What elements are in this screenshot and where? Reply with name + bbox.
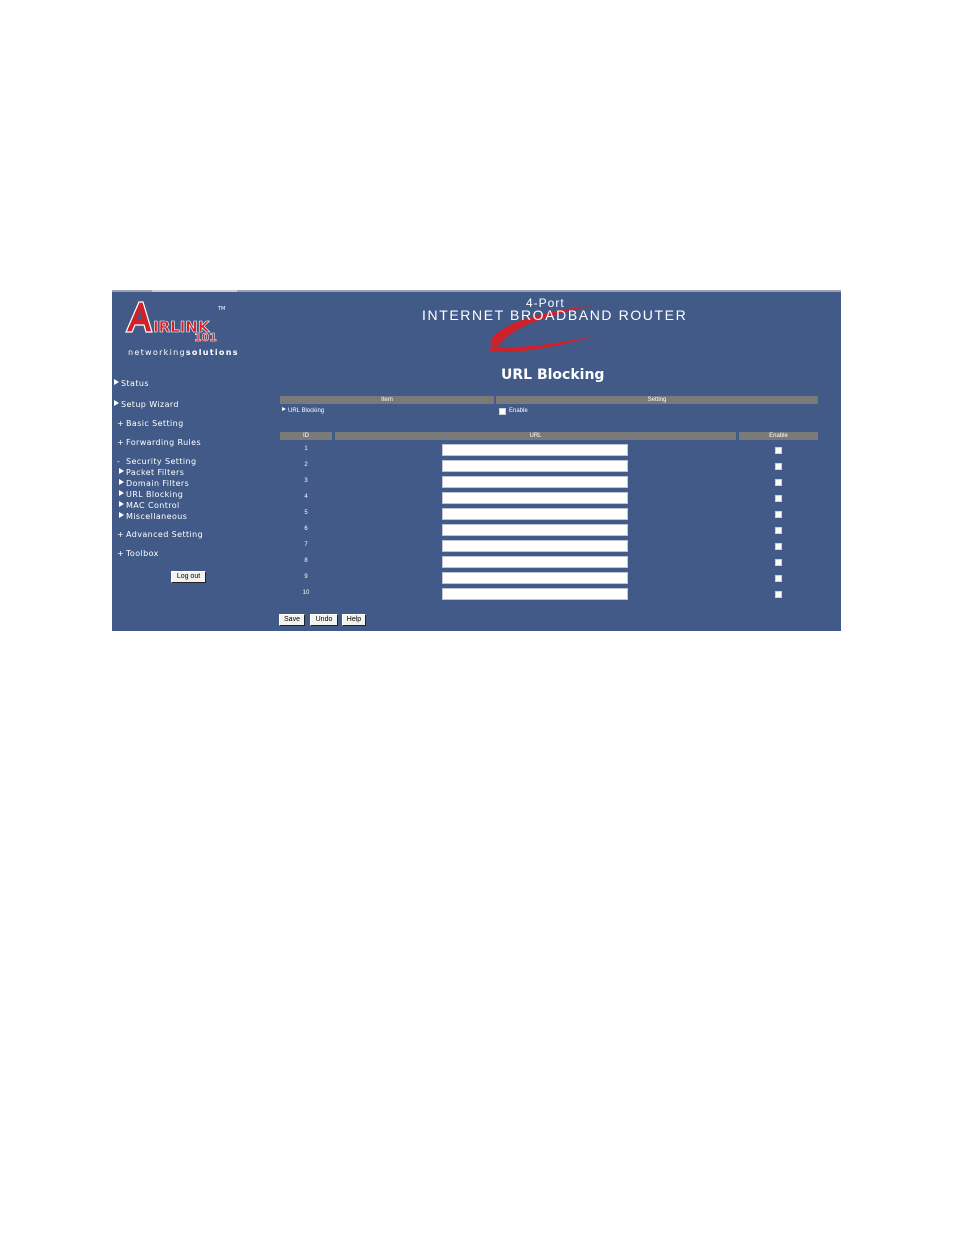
url-input-3[interactable] bbox=[442, 476, 628, 488]
expand-icon: + bbox=[117, 549, 125, 558]
svg-text:TM: TM bbox=[217, 306, 225, 312]
column-header-setting: Setting bbox=[496, 396, 818, 404]
sidebar-item-status[interactable]: Status bbox=[114, 379, 149, 388]
sidebar-item-setup-wizard[interactable]: Setup Wizard bbox=[114, 400, 179, 409]
arrow-right-icon bbox=[282, 407, 286, 411]
sidebar-item-security-setting[interactable]: - Security Setting bbox=[114, 457, 196, 466]
enable-label: Enable bbox=[509, 408, 528, 414]
router-admin-window: IRLINK TM 101 networkingsolutions 4-Port… bbox=[112, 290, 841, 631]
expand-icon: + bbox=[117, 530, 125, 539]
sidebar-item-basic-setting[interactable]: + Basic Setting bbox=[114, 419, 184, 428]
help-button[interactable]: Help bbox=[342, 614, 366, 626]
undo-button[interactable]: Undo bbox=[310, 614, 338, 626]
url-blocking-enable-checkbox[interactable] bbox=[499, 408, 506, 415]
sidebar-item-advanced-setting[interactable]: + Advanced Setting bbox=[114, 530, 203, 539]
url-input-1[interactable] bbox=[442, 444, 628, 456]
url-enable-checkbox-10[interactable] bbox=[775, 591, 782, 598]
column-header-item: Item bbox=[280, 396, 494, 404]
expand-icon: + bbox=[117, 419, 125, 428]
column-header-enable: Enable bbox=[739, 432, 818, 440]
arrow-right-icon bbox=[119, 490, 124, 496]
url-input-10[interactable] bbox=[442, 588, 628, 600]
sidebar-item-forwarding-rules[interactable]: + Forwarding Rules bbox=[114, 438, 201, 447]
top-border bbox=[112, 290, 841, 292]
column-header-id: ID bbox=[280, 432, 332, 440]
url-input-4[interactable] bbox=[442, 492, 628, 504]
airlink-logo: IRLINK TM 101 networkingsolutions bbox=[122, 296, 237, 357]
arrow-right-icon bbox=[119, 479, 124, 485]
url-enable-checkbox-2[interactable] bbox=[775, 463, 782, 470]
arrow-right-icon bbox=[114, 379, 119, 385]
save-button[interactable]: Save bbox=[279, 614, 305, 626]
row-id: 9 bbox=[304, 574, 308, 580]
url-input-9[interactable] bbox=[442, 572, 628, 584]
row-id: 8 bbox=[304, 558, 308, 564]
url-enable-checkbox-1[interactable] bbox=[775, 447, 782, 454]
sidebar-subitem-miscellaneous[interactable]: Miscellaneous bbox=[119, 512, 187, 521]
url-input-2[interactable] bbox=[442, 460, 628, 472]
sidebar-item-toolbox[interactable]: + Toolbox bbox=[114, 549, 159, 558]
logo-tagline: networkingsolutions bbox=[128, 348, 239, 357]
row-id: 1 bbox=[304, 446, 308, 452]
collapse-icon: - bbox=[117, 457, 121, 466]
row-id: 6 bbox=[304, 526, 308, 532]
url-input-7[interactable] bbox=[442, 540, 628, 552]
row-id: 4 bbox=[304, 494, 308, 500]
row-id: 5 bbox=[304, 510, 308, 516]
sidebar-subitem-packet-filters[interactable]: Packet Filters bbox=[119, 468, 184, 477]
url-enable-checkbox-8[interactable] bbox=[775, 559, 782, 566]
setting-row-label: URL Blocking bbox=[282, 407, 324, 414]
row-id: 10 bbox=[302, 590, 310, 596]
url-input-6[interactable] bbox=[442, 524, 628, 536]
url-input-8[interactable] bbox=[442, 556, 628, 568]
banner-title: INTERNET BROADBAND ROUTER bbox=[422, 307, 688, 323]
arrow-right-icon bbox=[119, 468, 124, 474]
row-id: 7 bbox=[304, 542, 308, 548]
expand-icon: + bbox=[117, 438, 125, 447]
row-id: 2 bbox=[304, 462, 308, 468]
arrow-right-icon bbox=[114, 400, 119, 406]
url-input-5[interactable] bbox=[442, 508, 628, 520]
url-enable-checkbox-5[interactable] bbox=[775, 511, 782, 518]
url-enable-checkbox-9[interactable] bbox=[775, 575, 782, 582]
page-title: URL Blocking bbox=[501, 367, 605, 383]
sidebar-subitem-url-blocking[interactable]: URL Blocking bbox=[119, 490, 183, 499]
url-enable-checkbox-4[interactable] bbox=[775, 495, 782, 502]
logo-number: 101 bbox=[194, 331, 217, 344]
url-enable-checkbox-7[interactable] bbox=[775, 543, 782, 550]
row-id: 3 bbox=[304, 478, 308, 484]
sidebar-subitem-mac-control[interactable]: MAC Control bbox=[119, 501, 180, 510]
column-header-url: URL bbox=[335, 432, 736, 440]
arrow-right-icon bbox=[119, 512, 124, 518]
url-enable-checkbox-3[interactable] bbox=[775, 479, 782, 486]
airlink-logo-graphic: IRLINK TM 101 bbox=[125, 301, 225, 344]
logout-button[interactable]: Log out bbox=[171, 571, 206, 583]
url-enable-checkbox-6[interactable] bbox=[775, 527, 782, 534]
arrow-right-icon bbox=[119, 501, 124, 507]
sidebar-subitem-domain-filters[interactable]: Domain Filters bbox=[119, 479, 189, 488]
